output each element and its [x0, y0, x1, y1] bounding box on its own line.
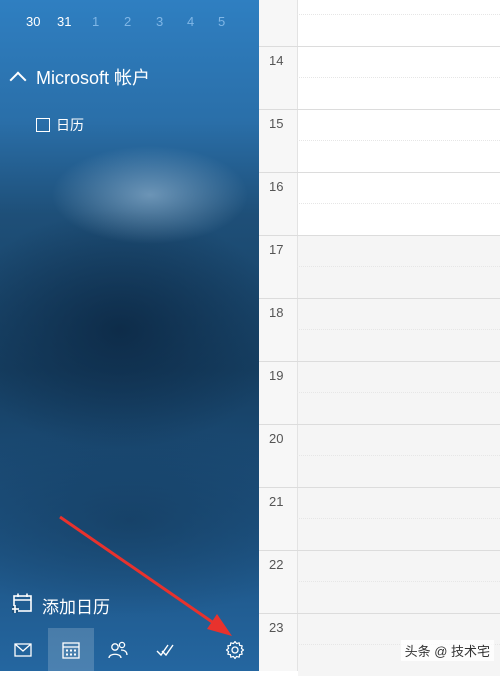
calendar-checkbox[interactable] [36, 118, 50, 132]
add-calendar-label: 添加日历 [42, 597, 110, 617]
hour-label: 23 [269, 620, 284, 635]
hour-label: 14 [269, 53, 284, 68]
hour-row[interactable]: 18 [259, 298, 500, 361]
mini-cal-day[interactable]: 3 [156, 14, 163, 29]
hour-label: 16 [269, 179, 284, 194]
hour-row[interactable]: 21 [259, 487, 500, 550]
hour-label: 22 [269, 557, 284, 572]
mini-cal-day[interactable]: 1 [92, 14, 99, 29]
settings-icon [225, 640, 245, 659]
bottom-nav [0, 628, 259, 671]
watermark: 头条 @ 技术宅 [400, 640, 494, 661]
nav-todo-button[interactable] [142, 628, 188, 671]
hour-row[interactable]: 20 [259, 424, 500, 487]
mini-cal-day[interactable]: 2 [124, 14, 131, 29]
nav-settings-button[interactable] [212, 628, 258, 671]
mini-calendar-week: 30 31 1 2 3 4 5 [0, 10, 259, 38]
mini-cal-day[interactable]: 5 [218, 14, 225, 29]
hour-label: 19 [269, 368, 284, 383]
hour-label: 15 [269, 116, 284, 131]
hour-row[interactable]: 13 [259, 0, 500, 46]
nav-people-button[interactable] [95, 628, 141, 671]
mini-cal-day[interactable]: 30 [26, 14, 40, 29]
hour-row[interactable]: 15 [259, 109, 500, 172]
nav-calendar-button[interactable] [48, 628, 94, 671]
chevron-up-icon [9, 71, 27, 89]
mini-cal-day[interactable]: 31 [57, 14, 71, 29]
hour-label: 20 [269, 431, 284, 446]
account-label: Microsoft 帐户 [36, 68, 151, 88]
day-view: 13 14 15 16 17 18 19 20 21 22 23 头条 @ 技术… [259, 0, 500, 676]
account-group-toggle[interactable]: Microsoft 帐户 [9, 62, 151, 92]
hour-row[interactable]: 14 [259, 46, 500, 109]
sidebar: 30 31 1 2 3 4 5 Microsoft 帐户 日历 添加日历 [0, 0, 259, 671]
hour-label: 21 [269, 494, 284, 509]
nav-mail-button[interactable] [0, 628, 46, 671]
hour-row[interactable]: 22 [259, 550, 500, 613]
hour-label: 18 [269, 305, 284, 320]
hour-row[interactable]: 17 [259, 235, 500, 298]
hour-row[interactable]: 19 [259, 361, 500, 424]
mail-icon [14, 642, 32, 657]
calendar-item[interactable]: 日历 [36, 113, 84, 137]
calendar-item-label: 日历 [56, 117, 84, 133]
mini-cal-day[interactable]: 4 [187, 14, 194, 29]
people-icon [108, 641, 128, 658]
add-calendar-button[interactable]: 添加日历 [11, 591, 110, 619]
add-calendar-icon [11, 592, 34, 619]
todo-icon [156, 644, 174, 656]
hour-label: 17 [269, 242, 284, 257]
hour-row[interactable]: 16 [259, 172, 500, 235]
calendar-icon [62, 641, 80, 659]
